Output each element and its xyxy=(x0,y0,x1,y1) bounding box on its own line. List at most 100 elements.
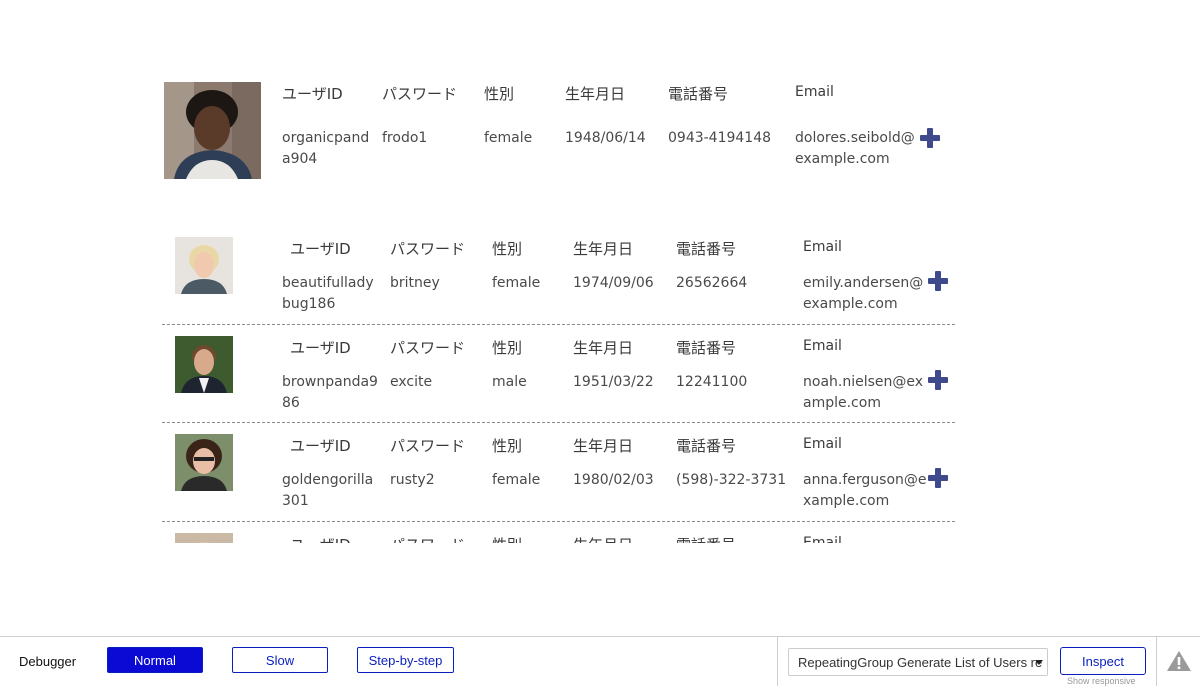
header-phone: 電話番号 xyxy=(676,437,737,455)
password-value: excite xyxy=(390,374,433,390)
phone-value: 12241100 xyxy=(676,374,748,390)
user-id-line-1: goldengorilla xyxy=(282,472,374,488)
email-value: noah.nielsen@ex ample.com xyxy=(803,372,923,414)
avatar-photo-icon xyxy=(164,82,261,179)
header-email: Email xyxy=(803,338,842,354)
avatar xyxy=(175,237,233,294)
header-phone: 電話番号 xyxy=(668,85,729,103)
birthdate-value: 1948/06/14 xyxy=(565,130,646,146)
mode-step-by-step-button[interactable]: Step-by-step xyxy=(357,647,454,673)
avatar xyxy=(175,434,233,491)
email-line-1: dolores.seibold@ xyxy=(795,130,915,146)
add-user-plus-icon[interactable] xyxy=(927,467,949,489)
header-birthdate: 生年月日 xyxy=(573,534,633,543)
header-email: Email xyxy=(795,84,834,100)
mode-slow-button[interactable]: Slow xyxy=(232,647,328,673)
avatar-photo-icon xyxy=(175,237,233,294)
element-select-dropdown[interactable]: RepeatingGroup Generate List of Users re xyxy=(788,648,1048,676)
header-birthdate: 生年月日 xyxy=(573,240,634,258)
list-item: ユーザID パスワード 性別 生年月日 電話番号 Email beautiful… xyxy=(160,230,960,328)
header-gender: 性別 xyxy=(492,437,523,455)
email-line-1: emily.andersen@ xyxy=(803,275,924,291)
header-user-id: ユーザID xyxy=(290,339,351,357)
chevron-down-icon xyxy=(1035,660,1043,665)
email-value: dolores.seibold@ example.com xyxy=(795,128,915,170)
gender-value: female xyxy=(492,275,541,291)
repeating-group-user-list[interactable]: ユーザID パスワード 性別 生年月日 電話番号 Email beautiful… xyxy=(160,230,960,543)
avatar xyxy=(175,336,233,393)
user-id-line-1: beautifullady xyxy=(282,275,374,291)
birthdate-value: 1951/03/22 xyxy=(573,374,654,390)
gender-value: male xyxy=(492,374,527,390)
user-id-line-2: bug186 xyxy=(282,296,336,312)
header-user-id: ユーザID xyxy=(290,240,351,258)
warning-triangle-icon[interactable] xyxy=(1166,650,1192,672)
phone-value: 0943-4194148 xyxy=(668,130,772,146)
password-value: britney xyxy=(390,275,440,291)
header-phone: 電話番号 xyxy=(676,534,736,543)
user-id-line-2: a904 xyxy=(282,151,318,167)
divider xyxy=(777,637,778,686)
email-line-2: xample.com xyxy=(803,493,890,509)
phone-value: (598)-322-3731 xyxy=(676,472,787,488)
user-id-value: organicpand a904 xyxy=(282,128,369,170)
header-birthdate: 生年月日 xyxy=(573,437,634,455)
list-item: ユーザID パスワード 性別 生年月日 電話番号 Email xyxy=(160,526,960,543)
header-user-id: ユーザID xyxy=(282,85,343,103)
phone-value: 26562664 xyxy=(676,275,748,291)
add-user-plus-icon[interactable] xyxy=(927,270,949,292)
list-item: ユーザID パスワード 性別 生年月日 電話番号 Email brownpand… xyxy=(160,329,960,427)
password-value: frodo1 xyxy=(382,130,428,146)
header-birthdate: 生年月日 xyxy=(565,85,626,103)
element-select-value: RepeatingGroup Generate List of Users re xyxy=(798,655,1043,670)
row-divider xyxy=(162,324,955,325)
header-email: Email xyxy=(803,239,842,255)
header-password: パスワード xyxy=(390,534,465,543)
header-password: パスワード xyxy=(390,437,466,455)
gender-value: female xyxy=(484,130,533,146)
header-gender: 性別 xyxy=(492,534,522,543)
header-user-id: ユーザID xyxy=(290,534,351,543)
email-value: anna.ferguson@e xample.com xyxy=(803,470,927,512)
header-password: パスワード xyxy=(382,85,458,103)
email-line-2: example.com xyxy=(803,296,898,312)
divider xyxy=(1156,637,1157,686)
header-phone: 電話番号 xyxy=(676,240,737,258)
mode-normal-button[interactable]: Normal xyxy=(107,647,203,673)
email-line-1: anna.ferguson@e xyxy=(803,472,927,488)
user-id-line-2: 301 xyxy=(282,493,309,509)
header-birthdate: 生年月日 xyxy=(573,339,634,357)
birthdate-value: 1974/09/06 xyxy=(573,275,654,291)
header-email: Email xyxy=(803,535,842,543)
header-password: パスワード xyxy=(390,240,466,258)
avatar-featured xyxy=(164,82,261,179)
header-phone: 電話番号 xyxy=(676,339,737,357)
avatar-photo-icon xyxy=(175,533,233,543)
email-value: emily.andersen@ example.com xyxy=(803,273,923,315)
avatar-photo-icon xyxy=(175,434,233,491)
user-id-value: goldengorilla 301 xyxy=(282,470,373,512)
debugger-label: Debugger xyxy=(19,654,77,669)
header-user-id: ユーザID xyxy=(290,437,351,455)
email-line-2: example.com xyxy=(795,151,890,167)
inspect-button[interactable]: Inspect xyxy=(1060,647,1146,675)
debugger-bar: Debugger Normal Slow Step-by-step Repeat… xyxy=(0,636,1200,686)
gender-value: female xyxy=(492,472,541,488)
user-id-line-1: organicpand xyxy=(282,130,370,146)
header-gender: 性別 xyxy=(492,240,523,258)
email-line-2: ample.com xyxy=(803,395,881,411)
row-divider xyxy=(162,521,955,522)
user-id-value: brownpanda9 86 xyxy=(282,372,378,414)
add-user-plus-icon[interactable] xyxy=(927,369,949,391)
header-gender: 性別 xyxy=(484,85,515,103)
row-divider xyxy=(162,422,955,423)
user-id-line-2: 86 xyxy=(282,395,300,411)
user-id-value: beautifullady bug186 xyxy=(282,273,374,315)
add-user-plus-icon[interactable] xyxy=(919,127,941,149)
email-line-1: noah.nielsen@ex xyxy=(803,374,924,390)
avatar xyxy=(175,533,233,543)
header-email: Email xyxy=(803,436,842,452)
header-password: パスワード xyxy=(390,339,466,357)
avatar-photo-icon xyxy=(175,336,233,393)
password-value: rusty2 xyxy=(390,472,435,488)
